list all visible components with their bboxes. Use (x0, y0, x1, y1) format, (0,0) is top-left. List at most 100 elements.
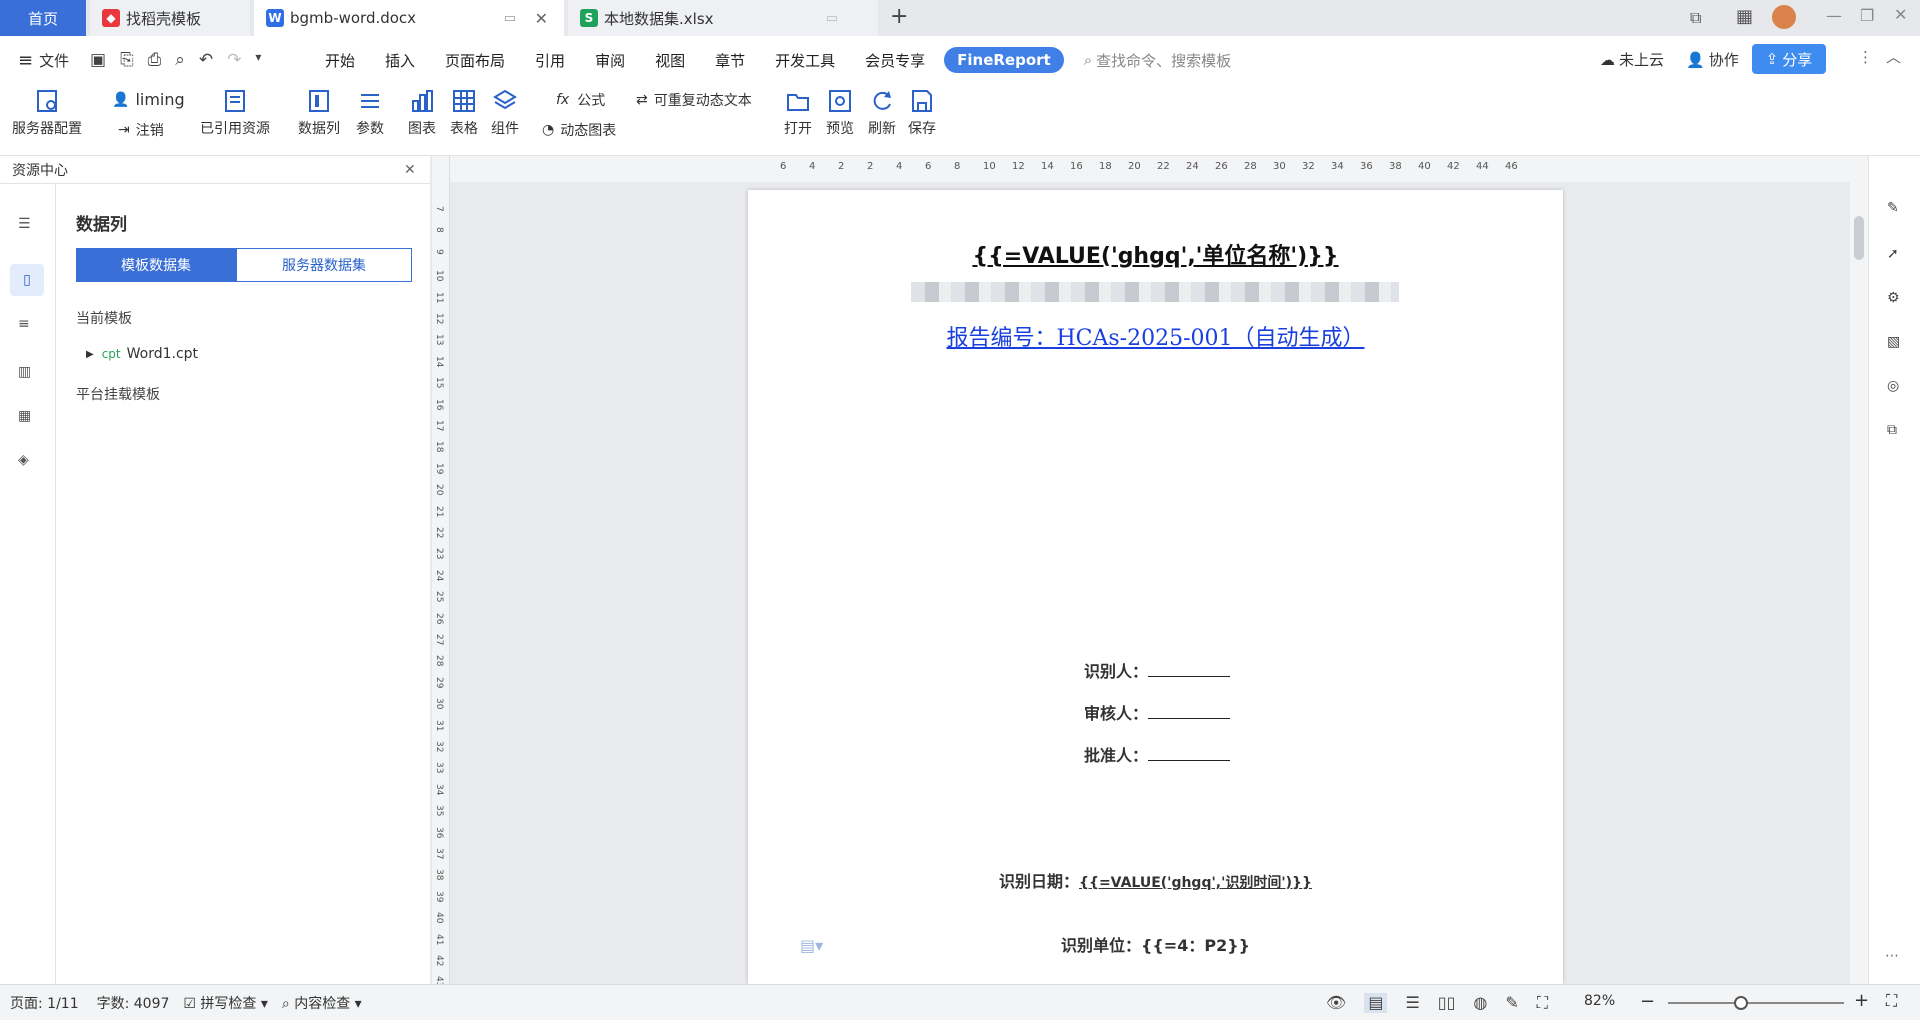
refresh-button[interactable]: 刷新 (868, 88, 896, 138)
close-window-icon[interactable]: ✕ (1894, 5, 1907, 24)
fit-page-icon[interactable]: ⛶ (1537, 993, 1548, 1013)
approver-line[interactable]: 批准人： (1084, 742, 1231, 766)
more-quick-icon[interactable]: ▾ (255, 50, 261, 70)
word-count[interactable]: 字数: 4097 (97, 993, 170, 1013)
menu-reference[interactable]: 引用 (520, 50, 580, 71)
window-icon[interactable]: ▭ (504, 11, 516, 26)
menu-view[interactable]: 视图 (640, 50, 700, 71)
ai-icon[interactable]: ◎ (1887, 378, 1899, 394)
undo-icon[interactable]: ↶ (199, 50, 213, 70)
cursor-icon[interactable]: ➚ (1887, 246, 1899, 262)
open-button[interactable]: 打开 (784, 88, 812, 138)
logout-button[interactable]: ⇥ 注销 (118, 120, 164, 140)
close-panel-icon[interactable]: ✕ (404, 162, 416, 178)
zoom-level[interactable]: 82% (1584, 993, 1615, 1009)
page-count[interactable]: 页面: 1/11 (10, 993, 79, 1013)
new-tab-icon[interactable]: + (890, 4, 908, 29)
component-button[interactable]: 组件 (491, 88, 519, 138)
document-page[interactable]: {{=VALUE('ghgq','单位名称')}} 报告编号：HCAs-2025… (748, 190, 1563, 984)
menu-developer[interactable]: 开发工具 (760, 50, 850, 71)
list-icon[interactable]: ☰ (18, 216, 31, 232)
print-preview-icon[interactable]: ⌕ (175, 50, 185, 70)
vertical-scrollbar[interactable] (1850, 156, 1868, 984)
id-unit-line[interactable]: 识别单位：{{=4：P2}} (748, 932, 1563, 956)
scroll-thumb[interactable] (1854, 216, 1864, 260)
zoom-in-icon[interactable]: + (1854, 990, 1869, 1011)
minimize-icon[interactable]: — (1826, 6, 1842, 25)
collab-button[interactable]: 👤 协作 (1686, 49, 1739, 70)
tab-server-dataset[interactable]: 服务器数据集 (236, 248, 412, 282)
reading-view-icon[interactable]: ▯▯ (1438, 993, 1456, 1013)
tab-template-dataset[interactable]: 模板数据集 (76, 248, 236, 282)
share-button[interactable]: ⇪ 分享 (1752, 44, 1826, 74)
layers-icon[interactable]: ◈ (18, 452, 29, 468)
redo-icon[interactable]: ↷ (227, 50, 241, 70)
cloud-status[interactable]: ☁ 未上云 (1600, 49, 1664, 70)
identifier-line[interactable]: 识别人： (1084, 658, 1231, 682)
formula-button[interactable]: fx 公式 (556, 90, 605, 110)
doc-title-formula[interactable]: {{=VALUE('ghgq','单位名称')}} (748, 238, 1563, 270)
web-view-icon[interactable]: ◍ (1473, 993, 1487, 1013)
content-check-button[interactable]: ⌕ 内容检查 ▾ (282, 993, 362, 1013)
settings-icon[interactable]: ⚙ (1887, 290, 1900, 306)
zoom-slider-thumb[interactable] (1734, 996, 1748, 1010)
chart-icon[interactable]: ▥ (18, 364, 31, 380)
repeat-text-button[interactable]: ⇄ 可重复动态文本 (636, 90, 752, 110)
page-view-icon[interactable]: ▤ (1364, 993, 1388, 1013)
fullscreen-icon[interactable]: ⛶ (1886, 991, 1897, 1011)
command-search[interactable]: ⌕ 查找命令、搜索模板 (1084, 50, 1231, 71)
window-icon[interactable]: ▭ (826, 11, 838, 26)
zoom-out-icon[interactable]: − (1640, 991, 1655, 1012)
close-tab-icon[interactable]: ✕ (535, 9, 548, 28)
param-icon[interactable]: ≡ (18, 316, 30, 332)
write-view-icon[interactable]: ✎ (1505, 993, 1518, 1013)
spell-check-button[interactable]: ☑ 拼写检查 ▾ (183, 993, 268, 1013)
restore-icon[interactable]: ❐ (1860, 6, 1874, 25)
menu-insert[interactable]: 插入 (370, 50, 430, 71)
chart-button[interactable]: 图表 (408, 88, 436, 138)
print-icon[interactable]: ⎙ (148, 50, 162, 70)
cited-res-button[interactable]: 已引用资源 (200, 88, 270, 138)
report-number[interactable]: 报告编号：HCAs-2025-001（自动生成） (748, 320, 1563, 352)
zoom-slider[interactable] (1668, 996, 1844, 1010)
data-col-button[interactable]: 数据列 (298, 88, 340, 138)
reviewer-line[interactable]: 审核人： (1084, 700, 1231, 724)
save-button[interactable]: 保存 (908, 88, 936, 138)
tab-xlsx[interactable]: S 本地数据集.xlsx ▭ (568, 0, 878, 36)
param-button[interactable]: 参数 (356, 88, 384, 138)
menu-layout[interactable]: 页面布局 (430, 50, 520, 71)
tab-home[interactable]: 首页 (0, 0, 86, 36)
data-col-icon[interactable]: ▯ (10, 264, 44, 296)
table-button[interactable]: 表格 (450, 88, 478, 138)
book-search-icon[interactable]: ⧉ (1887, 422, 1897, 438)
preview-button[interactable]: 预览 (826, 88, 854, 138)
table-icon[interactable]: ▦ (18, 408, 31, 424)
menu-member[interactable]: 会员专享 (850, 50, 940, 71)
image-icon[interactable]: ▧ (1887, 334, 1900, 350)
dyn-chart-button[interactable]: ◔ 动态图表 (542, 120, 616, 140)
paste-options-icon[interactable]: ▤▾ (800, 936, 823, 955)
pen-icon[interactable]: ✎ (1887, 200, 1899, 216)
avatar[interactable] (1772, 5, 1796, 29)
layout-icon[interactable]: ⧉ (1690, 8, 1701, 28)
expand-arrow-icon[interactable]: ▶ (86, 349, 94, 360)
outline-view-icon[interactable]: ☰ (1405, 993, 1419, 1013)
menu-start[interactable]: 开始 (310, 50, 370, 71)
user-button[interactable]: 👤 liming (112, 90, 185, 109)
id-date-line[interactable]: 识别日期：{{=VALUE('ghgq','识别时间')}} (748, 868, 1563, 892)
tab-daoke-template[interactable]: ◆ 找稻壳模板 (90, 0, 250, 36)
file-menu[interactable]: ≡ 文件 (0, 50, 80, 71)
export-icon[interactable]: ⎘ (120, 50, 134, 70)
server-config-button[interactable]: 服务器配置 (12, 88, 82, 138)
apps-grid-icon[interactable]: ▦ (1736, 6, 1753, 27)
menu-review[interactable]: 审阅 (580, 50, 640, 71)
eye-icon[interactable]: 👁 (1326, 993, 1346, 1013)
tab-word-doc[interactable]: W bgmb-word.docx ▭ ✕ (254, 0, 564, 36)
save-icon[interactable]: ▣ (90, 50, 106, 70)
collapse-ribbon-icon[interactable]: ︿ (1886, 46, 1901, 67)
more-icon[interactable]: ⋮ (1858, 48, 1873, 66)
menu-section[interactable]: 章节 (700, 50, 760, 71)
more-icon[interactable]: ⋯ (1885, 948, 1899, 964)
tree-item-word1[interactable]: ▶ cpt Word1.cpt (86, 346, 198, 362)
menu-finereport[interactable]: FineReport (944, 47, 1064, 73)
